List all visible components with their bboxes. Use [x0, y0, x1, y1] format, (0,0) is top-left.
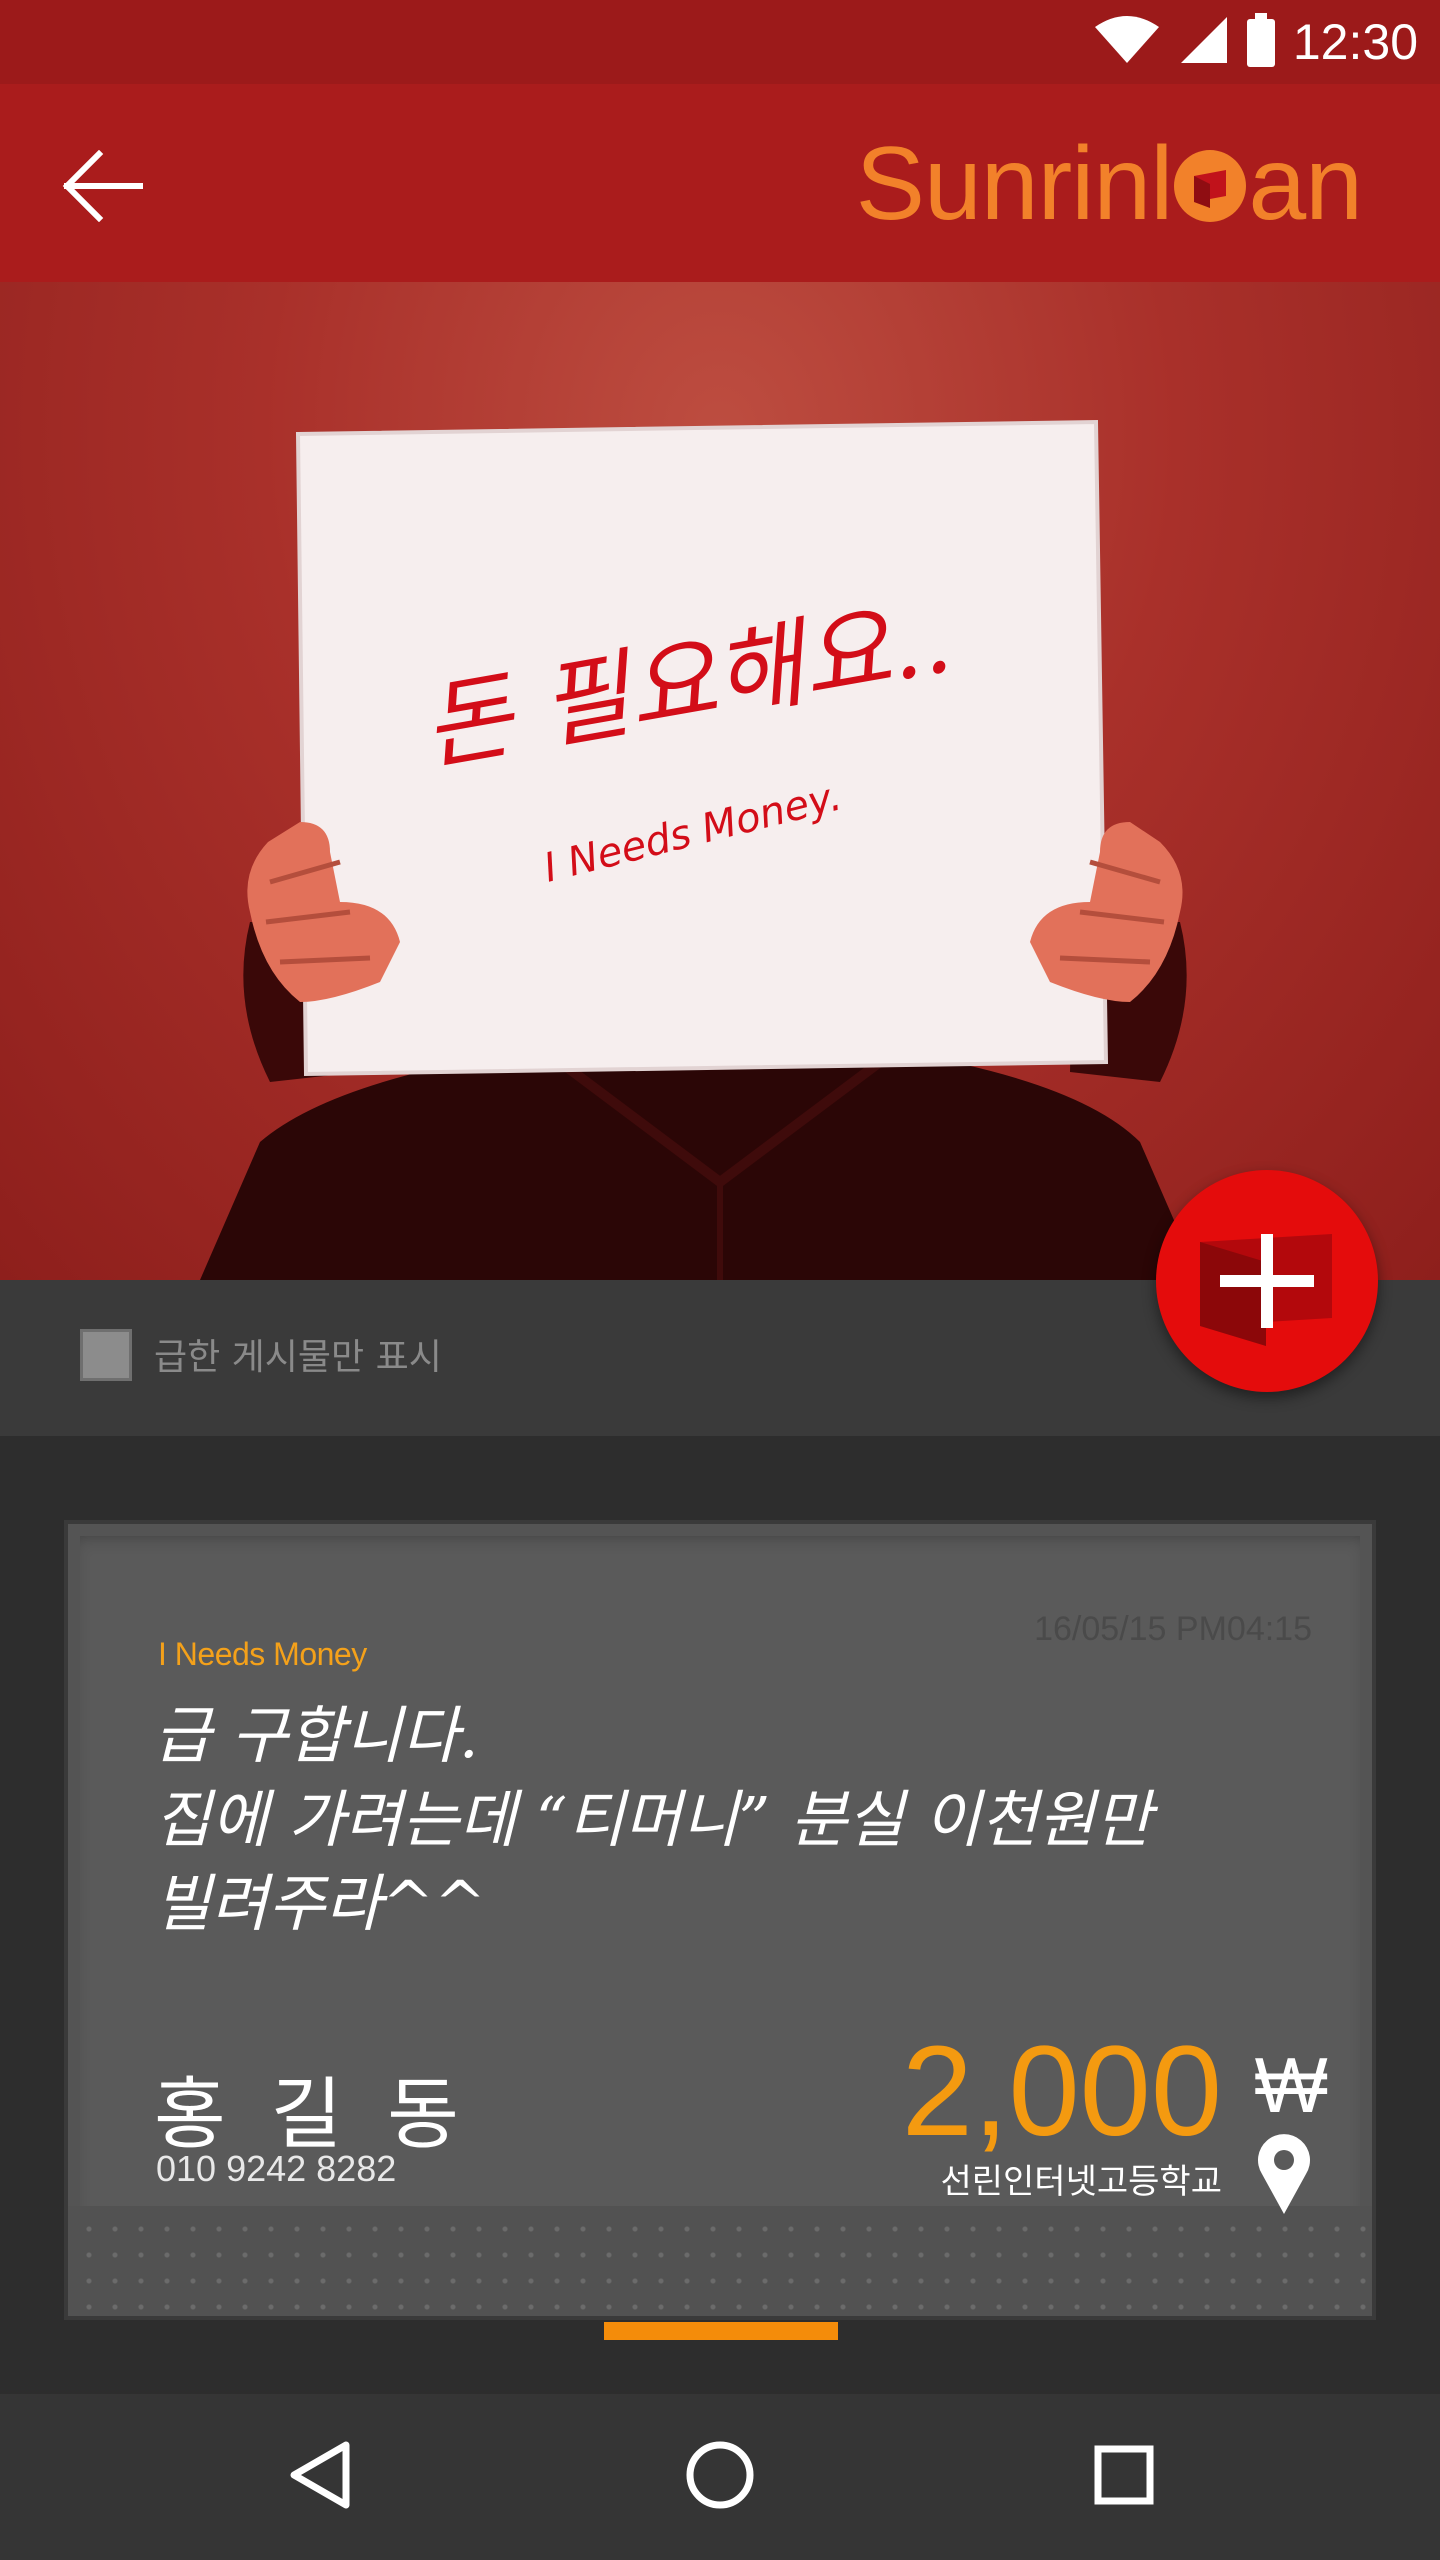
plus-icon — [1200, 1234, 1332, 1346]
message-line: 빌려주라^^ — [154, 1867, 487, 1940]
recents-square-icon — [1093, 2444, 1155, 2510]
hero-illustration: 돈 필요해요.. I Needs Money. — [200, 419, 1200, 1280]
post-tag: I Needs Money — [158, 1636, 367, 1672]
loan-amount: 2,000 — [901, 2020, 1222, 2163]
logo-text-start: Sunrin — [855, 125, 1152, 242]
loan-post-card[interactable]: 16/05/15 PM04:15 I Needs Money 급 구합니다. 집… — [64, 1520, 1376, 2320]
back-arrow-icon — [61, 149, 144, 226]
urgent-only-label: 급한 게시물만 표시 — [154, 1337, 442, 1378]
logo-text-end: an — [1248, 125, 1363, 242]
wifi-icon — [1093, 15, 1161, 69]
page-indicator — [604, 2322, 838, 2340]
app-bar: Sunrin l an — [0, 84, 1440, 282]
logo-text-l: l — [1150, 125, 1173, 242]
location-pin-icon[interactable] — [1256, 2132, 1312, 2216]
nav-recents-button[interactable] — [1074, 2427, 1174, 2527]
add-post-button[interactable] — [1156, 1170, 1378, 1392]
urgent-only-checkbox[interactable] — [80, 1329, 132, 1381]
nav-back-button[interactable] — [270, 2427, 370, 2527]
logo-o-icon — [1174, 150, 1247, 222]
hero-banner: 돈 필요해요.. I Needs Money. — [0, 282, 1440, 1280]
post-message: 급 구합니다. 집에 가려는데 “티머니” 분실 이천원만 빌려주라^^ — [154, 1694, 1254, 1946]
back-button[interactable] — [50, 136, 154, 240]
borrower-phone: 010 9242 8282 — [156, 2148, 397, 2189]
nav-home-button[interactable] — [670, 2427, 770, 2527]
post-date: 16/05/15 PM04:15 — [1034, 1610, 1312, 1648]
status-time: 12:30 — [1292, 14, 1418, 70]
app-logo: Sunrin l an — [855, 124, 1363, 244]
signal-icon — [1179, 15, 1229, 69]
status-icons: 12:30 — [1093, 13, 1418, 71]
post-location: 선린인터넷고등학교 — [940, 2162, 1222, 2202]
status-bar: 12:30 — [0, 0, 1440, 84]
home-circle-icon — [685, 2440, 755, 2514]
message-line: 급 구합니다. — [154, 1699, 479, 1772]
battery-icon — [1246, 13, 1275, 71]
back-triangle-icon — [288, 2439, 352, 2515]
currency-symbol: ₩ — [1254, 2041, 1328, 2129]
card-dot-pattern — [68, 2206, 1372, 2316]
message-line: 집에 가려는데 “티머니” 분실 이천원만 — [154, 1783, 1152, 1856]
system-nav-bar — [0, 2394, 1440, 2560]
